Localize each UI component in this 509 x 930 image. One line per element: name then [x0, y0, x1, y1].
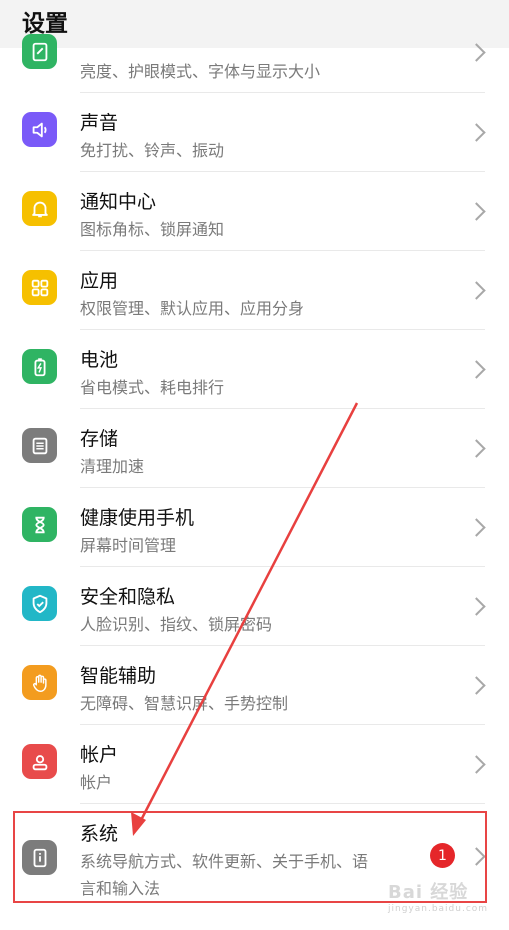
- settings-item-apps[interactable]: 应用 权限管理、默认应用、应用分身: [0, 251, 509, 329]
- settings-item-title: 健康使用手机: [80, 507, 195, 529]
- page-title: 设置: [22, 11, 68, 37]
- settings-item-smart-assistance[interactable]: 智能辅助 无障碍、智慧识屏、手势控制: [0, 646, 509, 724]
- settings-item-subtitle: 免打扰、铃声、振动: [80, 141, 225, 160]
- storage-icon: [22, 428, 57, 463]
- settings-item-display[interactable]: 亮度、护眼模式、字体与显示大小: [0, 34, 509, 92]
- chevron-right-icon: [467, 676, 486, 695]
- chevron-right-icon: [467, 439, 486, 458]
- settings-item-subtitle: 清理加速: [80, 457, 145, 476]
- settings-item-title: 帐户: [80, 744, 119, 766]
- settings-item-title: 存储: [80, 428, 119, 450]
- settings-item-subtitle: 权限管理、默认应用、应用分身: [80, 299, 305, 318]
- chevron-right-icon: [467, 597, 486, 616]
- settings-item-subtitle: 无障碍、智慧识屏、手势控制: [80, 694, 289, 713]
- settings-item-subtitle: 帐户: [80, 773, 113, 792]
- chevron-right-icon: [467, 123, 486, 142]
- settings-item-sound[interactable]: 声音 免打扰、铃声、振动: [0, 93, 509, 171]
- chevron-right-icon: [467, 202, 486, 221]
- settings-item-title: 通知中心: [80, 191, 157, 213]
- settings-item-title: 安全和隐私: [80, 586, 176, 608]
- hourglass-icon: [22, 507, 57, 542]
- settings-item-subtitle: 人脸识别、指纹、锁屏密码: [80, 615, 273, 634]
- settings-item-digital-balance[interactable]: 健康使用手机 屏幕时间管理: [0, 488, 509, 566]
- settings-item-title: 应用: [80, 270, 119, 292]
- settings-item-security[interactable]: 安全和隐私 人脸识别、指纹、锁屏密码: [0, 567, 509, 645]
- settings-item-title: 声音: [80, 112, 119, 134]
- account-icon: [22, 744, 57, 779]
- chevron-right-icon: [467, 281, 486, 300]
- settings-item-title: 智能辅助: [80, 665, 157, 687]
- settings-item-storage[interactable]: 存储 清理加速: [0, 409, 509, 487]
- header-bar: 设置: [0, 0, 509, 48]
- chevron-right-icon: [467, 360, 486, 379]
- display-icon: [22, 34, 57, 69]
- watermark-url: jingyan.baidu.com: [388, 904, 489, 914]
- settings-item-subtitle: 图标角标、锁屏通知: [80, 220, 225, 239]
- watermark-text: Bai 经验: [388, 882, 469, 903]
- shield-icon: [22, 586, 57, 621]
- settings-item-notification[interactable]: 通知中心 图标角标、锁屏通知: [0, 172, 509, 250]
- settings-item-title: 电池: [80, 349, 119, 371]
- settings-item-subtitle: 亮度、护眼模式、字体与显示大小: [80, 62, 321, 81]
- chevron-right-icon: [467, 755, 486, 774]
- hand-icon: [22, 665, 57, 700]
- settings-item-subtitle: 省电模式、耗电排行: [80, 378, 225, 397]
- bell-icon: [22, 191, 57, 226]
- battery-icon: [22, 349, 57, 384]
- watermark: Bai 经验 jingyan.baidu.com: [388, 878, 488, 914]
- settings-item-accounts[interactable]: 帐户 帐户: [0, 725, 509, 803]
- speaker-icon: [22, 112, 57, 147]
- chevron-right-icon: [467, 518, 486, 537]
- apps-grid-icon: [22, 270, 57, 305]
- settings-item-subtitle: 屏幕时间管理: [80, 536, 177, 555]
- settings-item-battery[interactable]: 电池 省电模式、耗电排行: [0, 330, 509, 408]
